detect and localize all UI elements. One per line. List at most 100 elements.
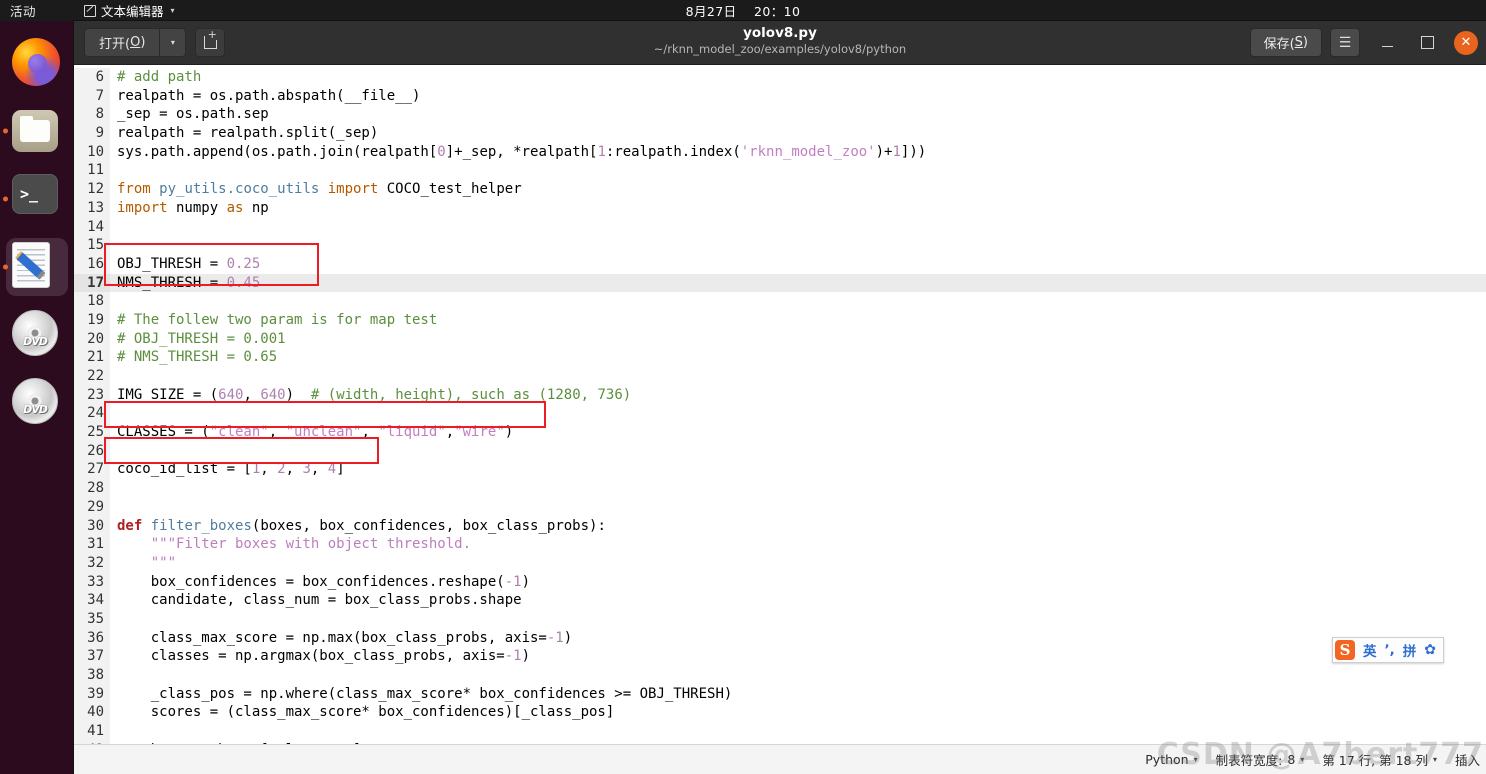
code-line[interactable]: 31 """Filter boxes with object threshold… [74, 535, 1486, 554]
code-line[interactable]: 36 class_max_score = np.max(box_class_pr… [74, 628, 1486, 648]
language-label: Python [1145, 752, 1189, 767]
dvd-icon: DVD [12, 378, 62, 428]
input-mode-english[interactable]: 英 [1363, 640, 1377, 660]
code-line[interactable]: 35 [74, 609, 1486, 629]
line-number: 16 [74, 254, 110, 274]
line-number: 36 [74, 628, 110, 648]
maximize-button[interactable] [1414, 30, 1440, 56]
code-text: classes = np.argmax(box_class_probs, axi… [117, 648, 531, 665]
code-line[interactable]: 16 OBJ_THRESH = 0.25 [74, 254, 1486, 274]
line-number: 23 [74, 385, 110, 405]
code-line[interactable]: 18 [74, 292, 1486, 311]
code-line[interactable]: 30 def filter_boxes(boxes, box_confidence… [74, 516, 1486, 536]
code-line[interactable]: 23 IMG_SIZE = (640, 640) # (width, height… [74, 385, 1486, 405]
code-line[interactable]: 33 box_confidences = box_confidences.res… [74, 572, 1486, 592]
app-menu-button[interactable]: 文本编辑器 ▾ [84, 1, 175, 20]
line-number: 39 [74, 684, 110, 704]
dock-item-firefox[interactable] [0, 29, 74, 97]
line-number: 26 [74, 441, 110, 461]
line-number: 34 [74, 591, 110, 610]
pinyin-toggle[interactable]: 拼 [1403, 640, 1417, 660]
running-indicator [3, 196, 8, 202]
line-number: 10 [74, 142, 110, 162]
line-number: 8 [74, 105, 110, 125]
dock-item-dvd-2[interactable]: DVD [0, 369, 74, 437]
minimize-button[interactable] [1374, 30, 1400, 56]
punctuation-toggle[interactable]: ʼ, [1385, 642, 1395, 658]
terminal-icon: >_ [12, 174, 62, 224]
save-button[interactable]: 保存(S) [1249, 28, 1322, 57]
code-line[interactable]: 32 """ [74, 553, 1486, 573]
tab-width-label: 制表符宽度: [1215, 753, 1283, 768]
code-line[interactable]: 24 [74, 404, 1486, 424]
code-line[interactable]: 26 [74, 441, 1486, 461]
code-line[interactable]: 19 # The follew two param is for map test [74, 310, 1486, 330]
code-line[interactable]: 37 classes = np.argmax(box_class_probs, … [74, 647, 1486, 666]
code-text: import numpy as np [117, 199, 269, 216]
code-line[interactable]: 14 [74, 217, 1486, 237]
language-selector[interactable]: Python ▾ [1145, 752, 1197, 767]
window-headerbar: 打开(O) ▾ yolov8.py ~/rknn_model_zoo/examp… [74, 21, 1486, 65]
code-text: # The follew two param is for map test [117, 311, 438, 328]
line-number: 33 [74, 572, 110, 592]
code-line[interactable]: 25 CLASSES = ("clean", "unclean", "liquid… [74, 423, 1486, 442]
dock-item-terminal[interactable]: >_ [0, 165, 74, 233]
tab-width-value: 8 [1287, 752, 1296, 767]
line-number: 18 [74, 292, 110, 311]
line-number: 22 [74, 367, 110, 386]
code-line[interactable]: 21 # NMS_THRESH = 0.65 [74, 348, 1486, 367]
code-line[interactable]: 22 [74, 367, 1486, 386]
code-line[interactable]: 17 NMS_THRESH = 0.45 [74, 273, 1486, 293]
code-text: class_max_score = np.max(box_class_probs… [117, 629, 573, 646]
code-line[interactable]: 40 scores = (class_max_score* box_confid… [74, 703, 1486, 723]
tab-width-selector[interactable]: 制表符宽度: 8 ▾ [1216, 750, 1305, 769]
dock-item-text-editor[interactable] [0, 233, 74, 301]
code-line[interactable]: 12 from py_utils.coco_utils import COCO_t… [74, 180, 1486, 199]
code-line[interactable]: 13 import numpy as np [74, 198, 1486, 218]
code-line[interactable]: 39 _class_pos = np.where(class_max_score… [74, 684, 1486, 704]
open-recent-dropdown[interactable]: ▾ [159, 28, 187, 57]
code-line[interactable]: 11 [74, 161, 1486, 181]
cursor-position-selector[interactable]: 第 17 行, 第 18 列 ▾ [1322, 750, 1437, 769]
code-line[interactable]: 38 [74, 666, 1486, 685]
new-document-button[interactable] [195, 28, 226, 57]
headerbar-left-controls: 打开(O) ▾ [74, 28, 226, 57]
code-text: IMG_SIZE = (640, 640) # (width, height),… [117, 386, 632, 403]
editor-area[interactable]: 6 # add path 7 realpath = os.path.abspath(_… [74, 65, 1486, 744]
insert-mode-label: 插入 [1454, 753, 1480, 768]
code-line[interactable]: 8 _sep = os.path.sep [74, 105, 1486, 125]
activities-button[interactable]: 活动 [10, 1, 36, 20]
code-line[interactable]: 9 realpath = realpath.split(_sep) [74, 124, 1486, 143]
sogou-input-method-bar[interactable]: S 英 ʼ, 拼 ✿ [1332, 637, 1444, 663]
gear-icon[interactable]: ✿ [1424, 642, 1436, 658]
code-line[interactable]: 6 # add path [74, 68, 1486, 87]
gnome-top-panel: 活动 文本编辑器 ▾ 8月27日 20：10 [0, 0, 1486, 21]
code-line[interactable]: 7 realpath = os.path.abspath(__file__) [74, 86, 1486, 106]
hamburger-menu-button[interactable]: ☰ [1330, 28, 1360, 57]
close-button[interactable]: ✕ [1454, 30, 1478, 55]
source-code-view[interactable]: 6 # add path 7 realpath = os.path.abspath(_… [74, 65, 1486, 744]
headerbar-right-controls: 保存(S) ☰ ✕ [1249, 28, 1486, 57]
line-number: 38 [74, 666, 110, 685]
code-line[interactable]: 34 candidate, class_num = box_class_prob… [74, 591, 1486, 610]
open-button[interactable]: 打开(O) [84, 28, 160, 57]
clock-time: 20：10 [754, 4, 801, 19]
code-line[interactable]: 28 [74, 479, 1486, 498]
code-line[interactable]: 41 [74, 722, 1486, 741]
code-line[interactable]: 20 # OBJ_THRESH = 0.001 [74, 329, 1486, 349]
code-line[interactable]: 29 [74, 497, 1486, 517]
code-line[interactable]: 15 [74, 236, 1486, 255]
dock-item-files[interactable] [0, 97, 74, 165]
code-line[interactable]: 27 coco_id_list = [1, 2, 3, 4] [74, 460, 1486, 480]
code-text: _sep = os.path.sep [117, 106, 269, 123]
dock-item-dvd-1[interactable]: DVD [0, 301, 74, 369]
line-number: 25 [74, 423, 110, 442]
code-line[interactable]: 10 sys.path.append(os.path.join(realpath[… [74, 142, 1486, 162]
clock[interactable]: 8月27日 20：10 [0, 1, 1486, 20]
code-text: from py_utils.coco_utils import COCO_tes… [117, 181, 522, 198]
